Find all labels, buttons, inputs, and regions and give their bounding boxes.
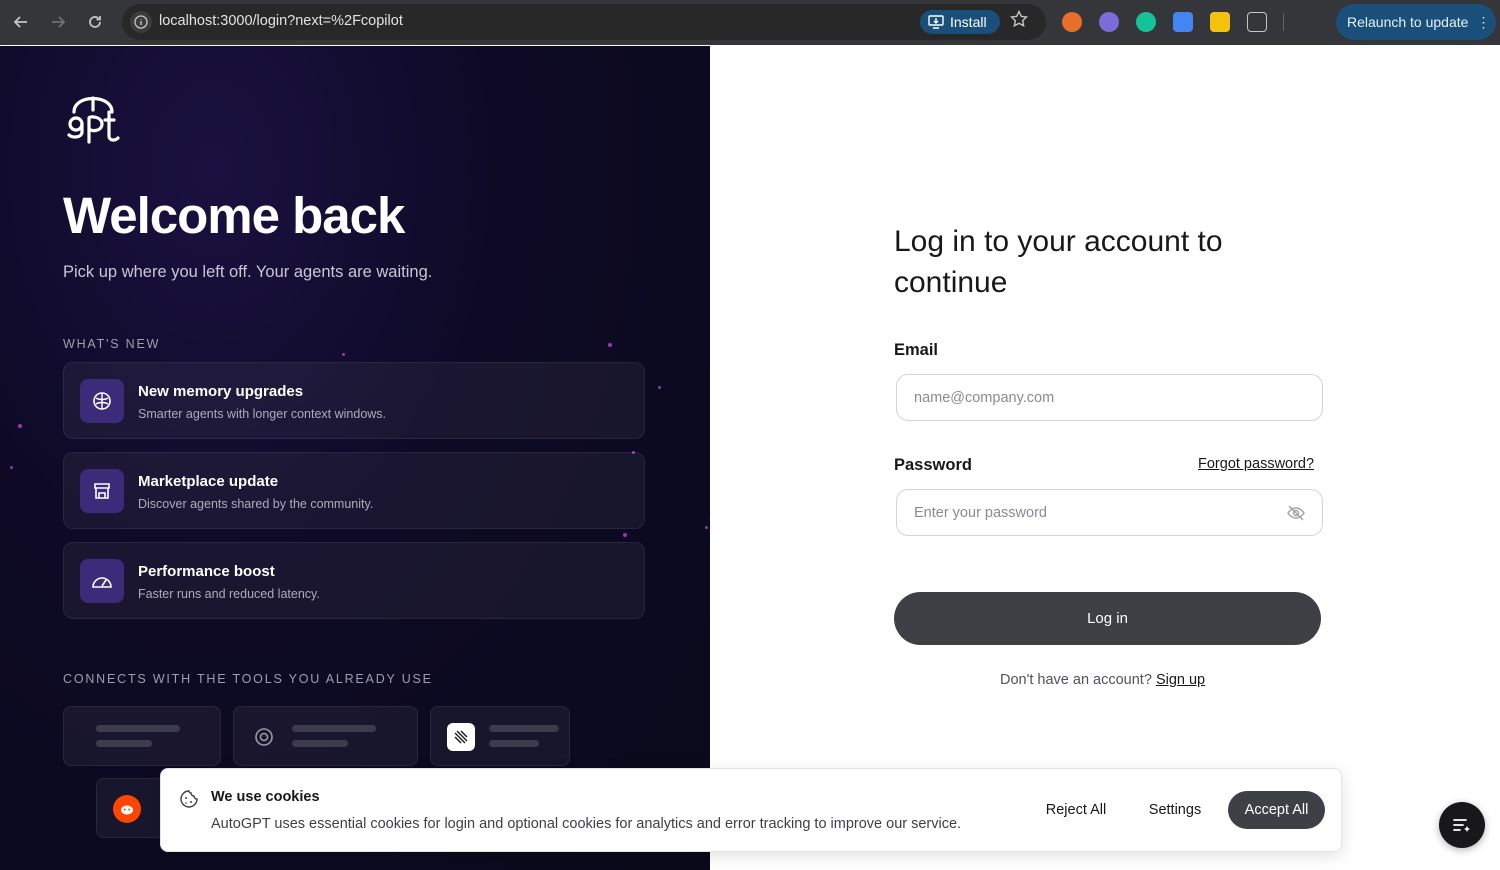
welcome-heading: Welcome back	[63, 187, 405, 244]
password-field[interactable]	[896, 489, 1323, 536]
extensions-puzzle-icon[interactable]	[1247, 12, 1267, 32]
install-button[interactable]: Install	[920, 10, 1000, 34]
sparkle	[623, 533, 627, 537]
forward-icon[interactable]	[46, 10, 70, 34]
cookie-banner: We use cookies AutoGPT uses essential co…	[160, 768, 1342, 852]
reload-icon[interactable]	[83, 10, 107, 34]
tool-tile	[233, 706, 418, 766]
feature-description: Discover agents shared by the community.	[138, 497, 374, 511]
tool-tile	[96, 778, 166, 838]
feature-description: Smarter agents with longer context windo…	[138, 407, 387, 421]
feature-card-memory: New memory upgrades Smarter agents with …	[63, 362, 645, 439]
whats-new-heading: WHAT'S NEW	[63, 337, 161, 351]
cookie-settings-button[interactable]: Settings	[1140, 791, 1210, 829]
cookie-description: AutoGPT uses essential cookies for login…	[211, 816, 962, 832]
login-button[interactable]: Log in	[894, 592, 1321, 645]
site-info-icon[interactable]	[130, 11, 152, 33]
store-icon	[80, 469, 124, 513]
bookmark-star-icon[interactable]	[1009, 9, 1029, 33]
address-bar[interactable]: localhost:3000/login?next=%2Fcopilot Ins…	[122, 4, 1046, 40]
sparkle	[10, 466, 13, 469]
tool-tile	[430, 706, 570, 766]
chat-fab-button[interactable]	[1439, 802, 1485, 848]
sparkle	[342, 353, 345, 356]
tool-tile	[63, 706, 221, 766]
back-icon[interactable]	[9, 10, 33, 34]
feature-card-performance: Performance boost Faster runs and reduce…	[63, 542, 645, 619]
autogpt-logo	[67, 96, 120, 144]
ghost-extension-icon[interactable]	[1099, 12, 1119, 32]
install-icon	[928, 15, 944, 29]
password-label: Password	[894, 456, 972, 474]
url-text[interactable]: localhost:3000/login?next=%2Fcopilot	[159, 13, 403, 29]
forgot-password-link[interactable]: Forgot password?	[1198, 456, 1314, 472]
skeleton-line	[292, 725, 376, 732]
browser-toolbar: localhost:3000/login?next=%2Fcopilot Ins…	[0, 0, 1500, 45]
login-heading: Log in to your account to continue	[894, 225, 1223, 299]
reddit-icon	[113, 795, 141, 823]
toolbar-divider	[1283, 13, 1284, 31]
feature-description: Faster runs and reduced latency.	[138, 587, 320, 601]
skeleton-line	[96, 725, 180, 732]
accept-all-button[interactable]: Accept All	[1228, 791, 1325, 829]
sparkle	[18, 424, 22, 428]
sparkle	[658, 386, 661, 389]
list-sparkle-icon	[1453, 819, 1470, 832]
brain-icon	[80, 379, 124, 423]
install-label: Install	[950, 14, 987, 30]
cookie-icon	[180, 790, 198, 808]
feature-card-marketplace: Marketplace update Discover agents share…	[63, 452, 645, 529]
metamask-extension-icon[interactable]	[1062, 12, 1082, 32]
login-panel: Log in to your account to continue Email…	[710, 46, 1500, 870]
email-field[interactable]	[896, 374, 1323, 421]
relaunch-button[interactable]: Relaunch to update ⋮	[1336, 4, 1496, 40]
reject-all-button[interactable]: Reject All	[1034, 791, 1118, 829]
feature-title: New memory upgrades	[138, 383, 304, 400]
skeleton-line	[489, 725, 559, 732]
feature-title: Performance boost	[138, 563, 275, 580]
honey-extension-icon[interactable]	[1210, 12, 1230, 32]
signup-prompt-text: Don't have an account?	[1000, 672, 1152, 688]
signup-link[interactable]: Sign up	[1156, 672, 1205, 688]
feature-title: Marketplace update	[138, 473, 279, 490]
email-label: Email	[894, 341, 939, 359]
sparkle	[705, 526, 708, 529]
skeleton-line	[292, 740, 348, 747]
skeleton-line	[489, 740, 539, 747]
cookie-title: We use cookies	[211, 789, 320, 805]
eye-off-icon[interactable]	[1286, 503, 1306, 523]
sparkle	[608, 343, 612, 347]
signup-prompt: Don't have an account? Sign up	[1000, 672, 1205, 688]
linear-icon	[447, 723, 475, 751]
grammarly-extension-icon[interactable]	[1136, 12, 1156, 32]
hero-panel: Welcome back Pick up where you left off.…	[0, 46, 710, 870]
translate-extension-icon[interactable]	[1173, 12, 1193, 32]
welcome-subtitle: Pick up where you left off. Your agents …	[63, 263, 433, 281]
relaunch-label: Relaunch to update	[1347, 14, 1469, 30]
openai-icon	[250, 723, 278, 751]
connects-heading: CONNECTS WITH THE TOOLS YOU ALREADY USE	[63, 672, 433, 686]
gauge-icon	[80, 559, 124, 603]
skeleton-line	[96, 740, 152, 747]
more-vert-icon: ⋮	[1476, 13, 1491, 30]
